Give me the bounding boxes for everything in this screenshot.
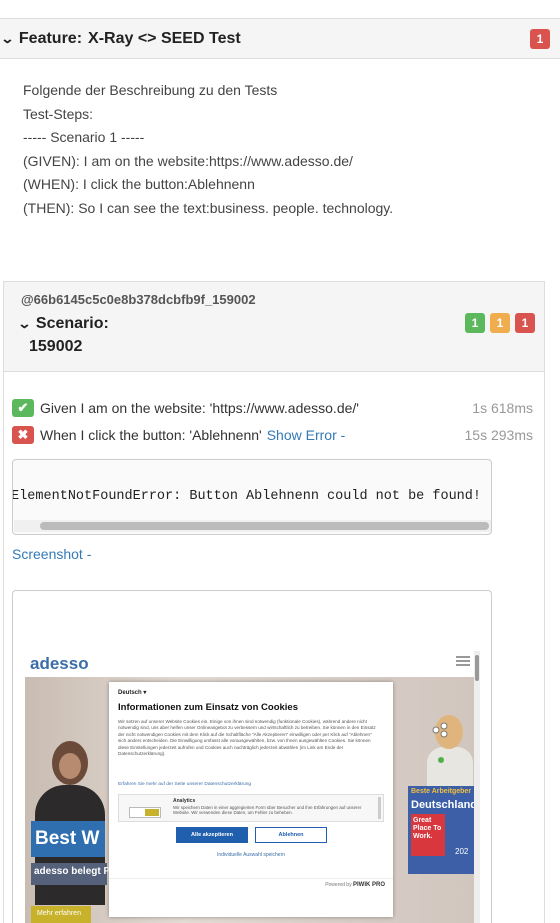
error-message: ElementNotFoundError: Button Ablehnenn c…	[12, 489, 481, 504]
scenario-name: 159002	[29, 338, 83, 355]
step-text: I click the button: 'Ablehnenn'	[80, 427, 262, 443]
step-row: ✖ When I click the button: 'Ablehnenn' S…	[12, 424, 533, 446]
chevron-down-icon[interactable]: ⌄	[0, 31, 14, 47]
screenshot-frame: adesso Best W adesso belegt P Mehr erfah…	[12, 590, 492, 923]
scenario-label: ⌄ Scenario:	[17, 315, 109, 333]
category-scrollbar	[378, 797, 381, 819]
reject-button: Ablehnen	[255, 827, 327, 843]
hero-banner-text: Best W	[35, 828, 100, 849]
menu-icon	[456, 656, 470, 666]
description-line: Folgende der Beschreibung zu den Tests	[23, 82, 278, 98]
feature-name: X-Ray <> SEED Test	[88, 29, 241, 47]
award-year: 202	[455, 847, 469, 856]
failed-badge: 1	[515, 313, 535, 333]
accept-all-button: Alle akzeptieren	[176, 827, 248, 843]
screenshot-image: adesso Best W adesso belegt P Mehr erfah…	[25, 651, 480, 923]
cross-icon: ✖	[12, 426, 34, 444]
share-icon	[432, 722, 448, 738]
screenshot-toggle-link[interactable]: Screenshot -	[12, 546, 91, 562]
adesso-logo: adesso	[30, 654, 89, 673]
description-line: (WHEN): I click the button:Ablehnenn	[23, 176, 255, 192]
check-icon: ✔	[12, 399, 34, 417]
step-keyword: Given	[40, 400, 77, 416]
feature-keyword: Feature:	[18, 29, 83, 47]
award-title: Deutschland	[411, 799, 478, 811]
site-header: adesso	[25, 651, 480, 677]
description-line: ----- Scenario 1 -----	[23, 129, 145, 145]
consent-category: Analytics Wir speichern Daten in einer a…	[118, 794, 384, 822]
step-row: ✔ Given I am on the website: 'https://ww…	[12, 397, 533, 419]
piwik-logo: PIWIK PRO	[352, 882, 385, 888]
language-select: Deutsch ▾	[118, 690, 147, 696]
feature-title: Feature: X-Ray <> SEED Test	[19, 30, 241, 48]
scenario-tag: @66b6145c5c0e8b378dcbfb9f_159002	[21, 292, 256, 307]
category-text: Wir speichern Daten in einer aggregierte…	[173, 805, 362, 816]
status-dot-icon	[438, 757, 444, 763]
skipped-badge: 1	[490, 313, 510, 333]
scrollbar-thumb[interactable]	[40, 522, 489, 530]
consent-title: Informationen zum Einsatz von Cookies	[118, 702, 298, 713]
scenario-badges: 1 1 1	[465, 313, 535, 333]
description-line: Test-Steps:	[23, 105, 94, 122]
description-line: (THEN): So I can see the text:business. …	[23, 199, 394, 216]
step-text: I am on the website: 'https://www.adesso…	[80, 400, 359, 416]
passed-badge: 1	[465, 313, 485, 333]
scenario-header[interactable]: @66b6145c5c0e8b378dcbfb9f_159002 ⌄ Scenar…	[3, 281, 545, 371]
feature-header[interactable]: ⌄ Feature: X-Ray <> SEED Test 1	[0, 19, 560, 59]
powered-label: Powered by	[325, 882, 352, 888]
step-duration: 1s 618ms	[472, 400, 533, 416]
gptw-text: Great Place To Work.	[413, 817, 442, 840]
step-keyword: When	[40, 427, 77, 443]
chevron-down-icon[interactable]: ⌄	[17, 316, 31, 332]
show-error-link[interactable]: Show Error -	[267, 427, 346, 443]
privacy-link: Erfahren Sie mehr auf der Seite unserer …	[118, 782, 252, 787]
cookie-consent-dialog: Deutsch ▾ Informationen zum Einsatz von …	[109, 682, 393, 917]
description-line: (GIVEN): I am on the website:https://www…	[23, 152, 353, 169]
hero-sub-text: adesso belegt P	[34, 866, 111, 877]
step-duration: 15s 293ms	[464, 427, 533, 443]
scenario-keyword: Scenario:	[35, 315, 109, 332]
feature-description: Folgende der Beschreibung zu den Tests T…	[23, 79, 543, 220]
category-toggle	[129, 807, 161, 818]
hero-more-text: Mehr erfahren	[37, 910, 81, 917]
feature-failed-badge: 1	[530, 29, 550, 49]
site-scrollbar	[474, 651, 480, 923]
save-selection-link: Individuelle Auswahl speichern	[216, 852, 286, 858]
category-title: Analytics	[173, 798, 196, 804]
award-caption: Beste Arbeitgeber	[411, 788, 472, 795]
consent-body: Wir setzen auf unserer Website Cookies e…	[118, 719, 376, 757]
consent-footer: Powered by PIWIK PRO	[109, 878, 393, 892]
horizontal-scrollbar[interactable]	[14, 520, 491, 532]
powered-by: Powered by PIWIK PRO	[325, 882, 385, 888]
error-message-box[interactable]: ElementNotFoundError: Button Ablehnenn c…	[12, 459, 492, 535]
